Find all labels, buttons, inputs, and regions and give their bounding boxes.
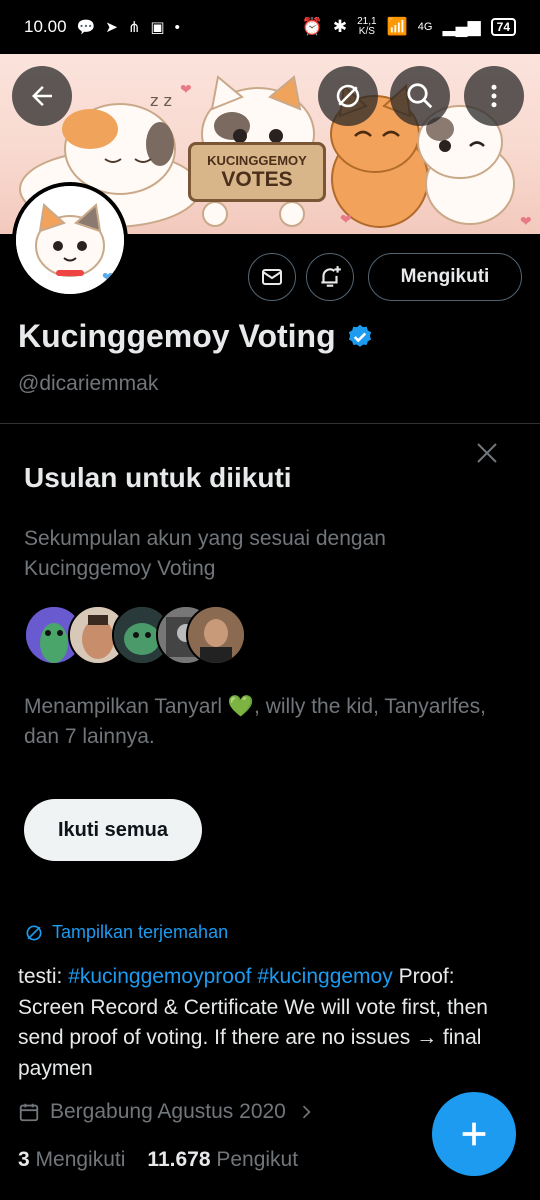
back-button[interactable] [12,66,72,126]
picture-notification-icon: ▣ [150,19,165,36]
status-time: 10.00 [24,17,67,36]
telegram-notification-icon: ➤ [105,19,118,36]
section-divider [0,423,540,424]
notify-button[interactable] [306,253,354,301]
profile-bio: testi: #kucinggemoyproof #kucinggemoy Pr… [18,965,488,1080]
message-button[interactable] [248,253,296,301]
suggested-avatar-5[interactable] [186,605,246,665]
system-icons: ⏰ ✱ 21,1 K/S 📶 4G ▂▄▆ 74 [302,17,516,37]
bell-plus-icon [321,266,341,287]
votes-sign: KUCINGGEMOY VOTES [188,142,326,202]
suggested-avatars[interactable] [24,605,246,665]
signal-icon: ▂▄▆ [442,17,481,36]
svg-text:❤: ❤ [102,269,114,285]
translate-icon [26,925,42,940]
search-button[interactable] [390,66,450,126]
avatar[interactable]: ❤ [12,182,128,298]
status-bar: 10.00 💬 ➤ ⋔ ▣ • ⏰ ✱ 21,1 K/S 📶 4G ▂▄▆ 74 [0,0,540,54]
follow-counts: 3 Mengikuti 11.678 Pengikut [18,1148,298,1172]
mail-icon [262,269,282,285]
chevron-right-icon [302,1105,311,1119]
person-avatar-image [188,607,244,663]
svg-text:❤: ❤ [520,213,532,229]
battery-indicator: 74 [490,18,516,36]
svg-text:❤: ❤ [340,211,352,227]
search-icon [407,83,433,109]
plus-icon [462,1122,486,1146]
back-arrow-icon [32,86,52,106]
dot-icon: • [174,18,180,36]
compose-button[interactable] [432,1092,516,1176]
calendar-icon [19,1103,39,1122]
translate-icon [336,84,360,108]
hashtag-link[interactable]: #kucinggemoyproof [68,965,251,988]
more-button[interactable] [464,66,524,126]
suggestions-title: Usulan untuk diikuti [24,462,292,493]
followers-count[interactable]: 11.678 Pengikut [147,1148,298,1172]
joined-date[interactable]: Bergabung Agustus 2020 [18,1100,316,1124]
display-name-text: Kucinggemoy Voting [18,318,336,354]
bluetooth-icon: ✱ [332,17,348,36]
suggestions-showing-text: Menampilkan Tanyarl 💚, willy the kid, Ta… [24,695,486,748]
alarm-icon: ⏰ [301,17,323,36]
profile-handle: @dicariemmak [18,372,159,395]
follow-all-button[interactable]: Ikuti semua [24,799,202,861]
chat-notification-icon: 💬 [76,19,96,36]
net-speed: 21,1 K/S [357,16,377,37]
verified-badge-icon [348,324,371,347]
network-type: 4G [417,21,433,33]
show-translation-link[interactable]: Tampilkan terjemahan [24,922,228,943]
profile-display-name: Kucinggemoy Voting [18,318,374,355]
close-icon [477,443,497,463]
avatar-cat-image: ❤ [16,186,124,294]
dismiss-suggestions-button[interactable] [470,436,504,470]
svg-text:z z: z z [150,91,172,110]
wifi-icon: 📶 [386,17,408,36]
notification-icons: 💬 ➤ ⋔ ▣ • [76,18,180,37]
svg-text:❤: ❤ [180,81,192,97]
app-notification-icon: ⋔ [127,19,141,36]
following-count[interactable]: 3 Mengikuti [18,1148,125,1172]
suggestions-description: Sekumpulan akun yang sesuai dengan Kucin… [24,527,386,580]
following-button[interactable]: Mengikuti [368,253,522,301]
hashtag-link[interactable]: #kucinggemoy [257,965,392,988]
translate-button[interactable] [318,66,378,126]
more-vertical-icon [491,84,497,108]
